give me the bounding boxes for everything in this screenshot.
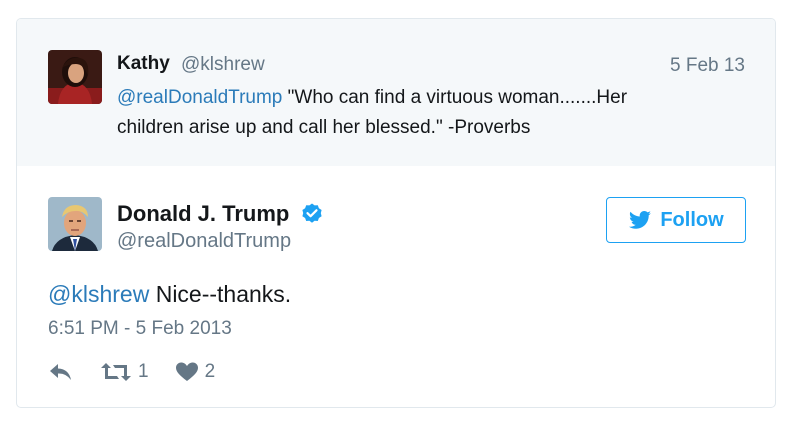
like-button[interactable]: 2 <box>175 361 216 383</box>
parent-tweet-text: @realDonaldTrump "Who can find a virtuou… <box>117 83 737 143</box>
main-avatar-image <box>48 197 102 251</box>
reply-button[interactable] <box>48 361 74 383</box>
reply-icon <box>50 364 71 380</box>
parent-tweet[interactable]: Kathy @klshrew 5 Feb 13 @realDonaldTrump… <box>17 19 775 166</box>
parent-mention-link[interactable]: @realDonaldTrump <box>117 87 282 108</box>
embedded-tweet-card: Kathy @klshrew 5 Feb 13 @realDonaldTrump… <box>16 18 776 408</box>
retweet-icon <box>101 363 131 381</box>
main-tweet-body: Nice--thanks. <box>149 281 292 307</box>
retweet-button[interactable]: 1 <box>100 361 149 383</box>
follow-button[interactable]: Follow <box>606 197 746 243</box>
main-mention-link[interactable]: @klshrew <box>48 281 149 307</box>
main-tweet-text: @klshrew Nice--thanks. <box>48 281 291 308</box>
follow-button-label: Follow <box>660 208 724 231</box>
parent-author-handle[interactable]: @klshrew <box>181 54 265 76</box>
tweet-actions: 1 2 <box>48 359 241 385</box>
parent-avatar-image <box>48 50 102 104</box>
parent-author-name[interactable]: Kathy <box>117 53 170 75</box>
main-author-name-row[interactable]: Donald J. Trump <box>117 201 324 227</box>
heart-icon <box>175 362 198 381</box>
parent-text-line1: "Who can find a virtuous woman.......Her <box>282 87 628 108</box>
retweet-count: 1 <box>138 361 149 382</box>
tweet-timestamp[interactable]: 6:51 PM - 5 Feb 2013 <box>48 318 232 340</box>
parent-tweet-date[interactable]: 5 Feb 13 <box>670 55 745 77</box>
main-author-name[interactable]: Donald J. Trump <box>117 201 289 227</box>
main-author-handle[interactable]: @realDonaldTrump <box>117 230 291 253</box>
twitter-bird-icon <box>629 211 652 229</box>
verified-badge-icon <box>300 202 324 226</box>
main-author-avatar[interactable] <box>48 197 102 251</box>
like-count: 2 <box>204 361 216 382</box>
parent-author-avatar[interactable] <box>48 50 102 104</box>
parent-text-line2: children arise up and call her blessed."… <box>117 117 531 138</box>
